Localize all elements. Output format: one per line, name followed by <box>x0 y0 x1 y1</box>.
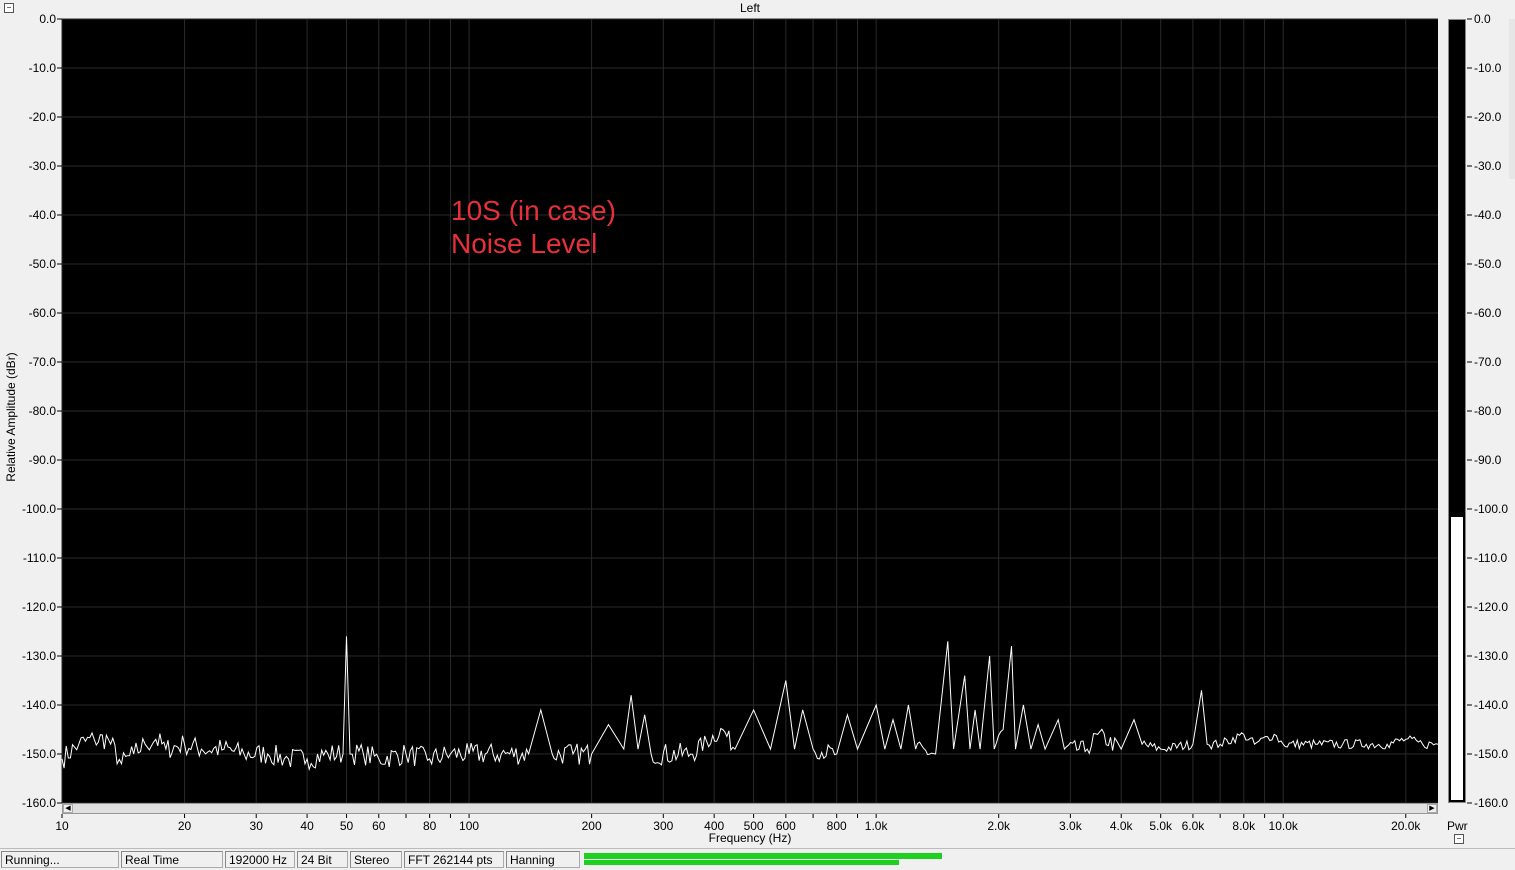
x-axis-label: Frequency (Hz) <box>708 831 792 845</box>
meter-tick-label: -140.0 <box>1474 698 1508 712</box>
meter-tick-label: -40.0 <box>1474 208 1502 222</box>
meter-tick-label: -120.0 <box>1474 600 1508 614</box>
meter-tick-label: 0.0 <box>1474 12 1491 26</box>
progress-bar <box>584 853 942 859</box>
meter-tick-label: -30.0 <box>1474 159 1502 173</box>
scroll-right-icon[interactable]: ▶ <box>1427 804 1437 813</box>
power-meter-label: Pwr <box>1447 819 1468 833</box>
meter-tick-label: -10.0 <box>1474 61 1502 75</box>
y-tick-label: -140.0 <box>22 698 56 712</box>
meter-tick-label: -80.0 <box>1474 404 1502 418</box>
y-tick-label: -20.0 <box>29 110 57 124</box>
meter-tick-label: -70.0 <box>1474 355 1502 369</box>
status-window: Hanning <box>506 851 580 868</box>
y-tick-label: -70.0 <box>29 355 57 369</box>
meter-tick-label: -20.0 <box>1474 110 1502 124</box>
progress-bar-secondary <box>584 860 899 865</box>
y-tick-label: -110.0 <box>23 551 56 565</box>
y-tick-label: -160.0 <box>22 796 56 810</box>
meter-ticks: 0.0 -10.0 -20.0 -30.0 -40.0 -50.0 -60.0 -70.0 -8… <box>1467 12 1508 810</box>
spectrum-plot[interactable]: 0.0 -10.0 -20.0 -30.0 -40.0 -50.0 -60.0 -70.0 -8… <box>0 0 1515 869</box>
status-bar: Running... Real Time 192000 Hz 24 Bit St… <box>0 848 1515 870</box>
y-tick-label: -60.0 <box>29 306 57 320</box>
y-tick-label: -40.0 <box>29 208 57 222</box>
annotation: 10S (in case) Noise Level <box>451 194 616 260</box>
scroll-left-icon[interactable]: ◀ <box>63 804 73 813</box>
status-mode: Real Time <box>121 851 223 868</box>
meter-tick-label: -160.0 <box>1474 796 1508 810</box>
meter-tick-label: -130.0 <box>1474 649 1508 663</box>
y-tick-label: -30.0 <box>29 159 57 173</box>
right-scrollbar[interactable] <box>1509 19 1515 179</box>
meter-tick-label: -50.0 <box>1474 257 1502 271</box>
collapse-meter-button[interactable]: − <box>1454 834 1464 844</box>
meter-tick-label: -100.0 <box>1474 502 1508 516</box>
y-ticks: 0.0 -10.0 -20.0 -30.0 -40.0 -50.0 -60.0 -70.0 -8… <box>22 12 62 810</box>
y-tick-label: -100.0 <box>22 502 56 516</box>
y-axis-label: Relative Amplitude (dBr) <box>4 352 18 482</box>
annotation-line-1: 10S (in case) <box>451 195 616 226</box>
power-meter-fill <box>1451 517 1463 800</box>
y-tick-label: -150.0 <box>22 747 56 761</box>
y-tick-label: -10.0 <box>29 61 57 75</box>
status-bit-depth: 24 Bit <box>297 851 348 868</box>
y-tick-label: -120.0 <box>22 600 56 614</box>
power-meter <box>1448 19 1466 803</box>
horizontal-scrollbar[interactable]: ◀ ▶ <box>62 803 1438 814</box>
status-channels: Stereo <box>350 851 402 868</box>
y-tick-label: 0.0 <box>39 12 56 26</box>
meter-tick-label: -60.0 <box>1474 306 1502 320</box>
meter-tick-label: -110.0 <box>1474 551 1507 565</box>
y-tick-label: -80.0 <box>29 404 57 418</box>
meter-tick-label: -90.0 <box>1474 453 1502 467</box>
meter-tick-label: -150.0 <box>1474 747 1508 761</box>
status-sample-rate: 192000 Hz <box>225 851 295 868</box>
y-tick-label: -50.0 <box>29 257 57 271</box>
status-state: Running... <box>1 851 119 868</box>
y-tick-label: -90.0 <box>29 453 57 467</box>
y-tick-label: -130.0 <box>22 649 56 663</box>
annotation-line-2: Noise Level <box>451 228 598 259</box>
status-fft: FFT 262144 pts <box>404 851 504 868</box>
